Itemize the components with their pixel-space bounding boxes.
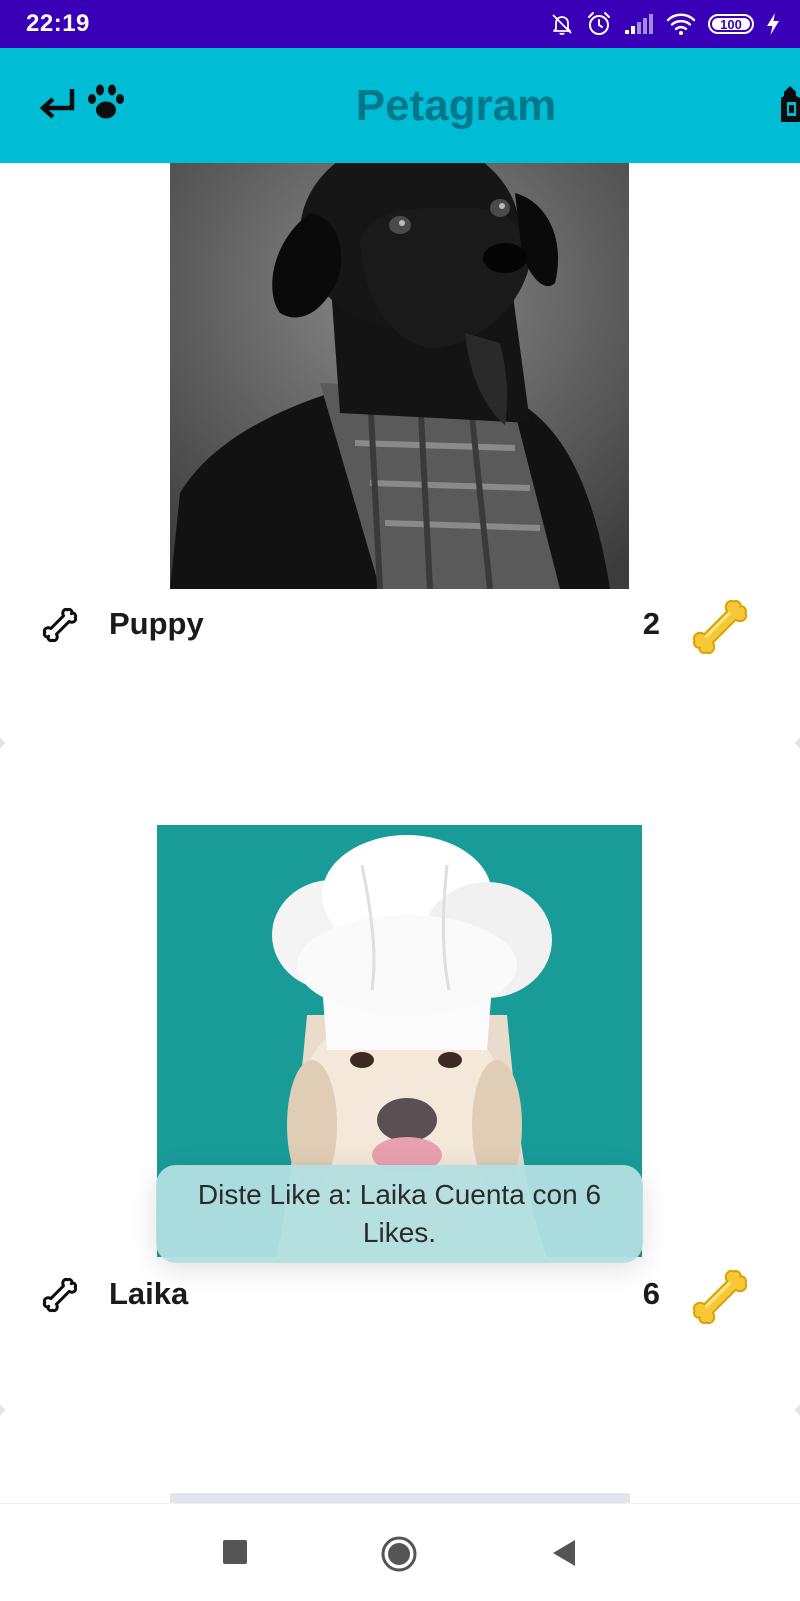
battery-icon: 100 xyxy=(708,14,754,34)
like-bone-icon[interactable] xyxy=(688,595,752,664)
pet-card: Puppy 2 xyxy=(0,163,800,749)
status-time: 22:19 xyxy=(26,10,90,37)
card-corner xyxy=(0,737,6,749)
recents-button[interactable] xyxy=(222,1539,248,1570)
battery-level: 100 xyxy=(720,16,742,32)
pet-name: Laika xyxy=(109,1276,189,1311)
pet-card: Laika 6 xyxy=(0,790,800,1416)
charging-icon xyxy=(766,12,780,36)
card-corner xyxy=(0,1404,6,1416)
like-toast: Diste Like a: Laika Cuenta con 6 Likes. xyxy=(156,1165,643,1263)
home-button[interactable] xyxy=(380,1535,418,1578)
like-bone-icon[interactable] xyxy=(688,1265,752,1334)
system-nav-bar xyxy=(0,1503,800,1601)
back-arrow-icon[interactable] xyxy=(38,86,78,127)
like-count: 6 xyxy=(642,1276,660,1311)
pet-name: Puppy xyxy=(109,606,204,641)
paw-icon[interactable] xyxy=(86,82,126,127)
card-corner xyxy=(794,1404,800,1416)
alarm-icon xyxy=(586,11,612,37)
stats-icon[interactable] xyxy=(780,84,800,131)
wifi-icon xyxy=(666,12,696,36)
card-corner xyxy=(794,737,800,749)
next-pet-photo xyxy=(170,1493,630,1503)
signal-icon xyxy=(624,13,654,35)
mute-bell-icon xyxy=(550,12,574,36)
back-button[interactable] xyxy=(550,1538,578,1573)
status-bar: 22:19 100 xyxy=(0,0,800,48)
app-bar: Petagram xyxy=(0,48,800,163)
bone-outline-icon xyxy=(40,1275,80,1320)
status-icons: 100 xyxy=(550,9,780,39)
pet-photo[interactable] xyxy=(170,163,629,589)
like-count: 2 xyxy=(642,606,660,641)
bone-outline-icon xyxy=(40,605,80,650)
